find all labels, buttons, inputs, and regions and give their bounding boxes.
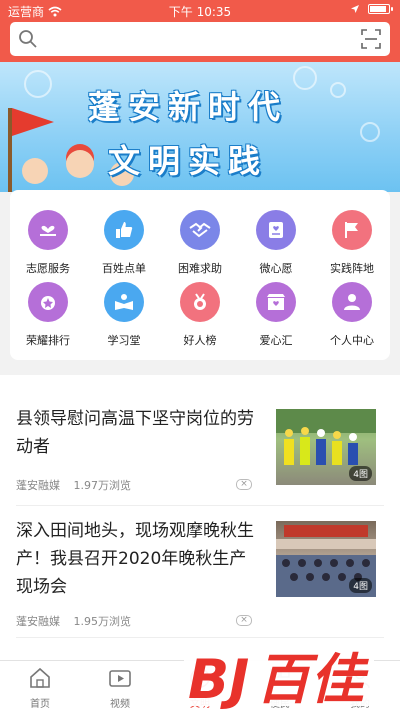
person-icon xyxy=(332,282,372,322)
news-title: 县领导慰问高温下坚守岗位的劳动者 xyxy=(16,409,254,457)
bubble-decoration xyxy=(24,70,52,98)
bubble-decoration xyxy=(360,122,380,142)
ribbon-medal-icon xyxy=(180,282,220,322)
grid-item-label: 实践阵地 xyxy=(330,262,374,275)
service-grid: 志愿服务 百姓点单 困难求助 微心愿 实践阵地 荣耀排行 学习堂 好人榜 爱心汇… xyxy=(10,190,390,360)
child-illustration xyxy=(22,158,48,184)
grid-item-label: 微心愿 xyxy=(259,262,293,275)
grid-item-study-hall[interactable]: 学习堂 xyxy=(86,282,162,354)
grid-item-practice-base[interactable]: 实践阵地 xyxy=(314,210,390,282)
grid-item-honor-ranking[interactable]: 荣耀排行 xyxy=(10,282,86,354)
tab-label: 首页 xyxy=(30,699,50,710)
news-meta: 蓬安融媒 1.95万浏览 xyxy=(16,613,141,629)
news-views: 1.97万浏览 xyxy=(73,479,132,492)
divider xyxy=(16,505,384,506)
news-views: 1.95万浏览 xyxy=(73,615,132,628)
status-right xyxy=(350,4,393,14)
grid-item-volunteer-service[interactable]: 志愿服务 xyxy=(10,210,86,282)
handshake-icon xyxy=(180,210,220,250)
logo-brand-text: 百佳 xyxy=(256,648,369,710)
medal-icon xyxy=(28,282,68,322)
tab-label: 视频 xyxy=(110,699,130,710)
banner[interactable]: 蓬安新时代 文明实践 xyxy=(0,62,400,192)
grid-item-hardship-help[interactable]: 困难求助 xyxy=(162,210,238,282)
logo-mark-text: BJ xyxy=(188,648,249,710)
news-source: 蓬安融媒 xyxy=(16,615,60,628)
bubble-decoration xyxy=(330,82,346,98)
watermark-logo: BJ 百佳 xyxy=(182,638,378,710)
news-item[interactable]: 县领导慰问高温下坚守岗位的劳动者 蓬安融媒 1.97万浏览 × 4图 xyxy=(16,405,384,495)
scan-icon[interactable] xyxy=(361,29,381,49)
news-title: 深入田间地头，现场观摩晚秋生产！我县召开2020年晚秋生产现场会 xyxy=(16,521,254,597)
search-input[interactable] xyxy=(46,28,346,50)
news-item[interactable]: 深入田间地头，现场观摩晚秋生产！我县召开2020年晚秋生产现场会 蓬安融媒 1.… xyxy=(16,517,384,629)
grid-item-label: 志愿服务 xyxy=(26,262,70,275)
search-icon xyxy=(19,30,37,48)
grid-item-label: 百姓点单 xyxy=(102,262,146,275)
video-icon xyxy=(109,670,131,687)
heart-hand-icon xyxy=(28,210,68,250)
image-count-badge: 4图 xyxy=(349,466,372,481)
grid-item-label: 困难求助 xyxy=(178,262,222,275)
flag-icon xyxy=(332,210,372,250)
heart-shop-icon xyxy=(256,282,296,322)
grid-item-good-people[interactable]: 好人榜 xyxy=(162,282,238,354)
grid-item-label: 个人中心 xyxy=(330,334,374,347)
banner-title-line1: 蓬安新时代 xyxy=(88,88,289,126)
grid-item-love-hub[interactable]: 爱心汇 xyxy=(238,282,314,354)
dismiss-icon[interactable]: × xyxy=(236,615,252,626)
child-illustration xyxy=(66,150,94,178)
grid-item-label: 荣耀排行 xyxy=(26,334,70,347)
grid-item-personal-center[interactable]: 个人中心 xyxy=(314,282,390,354)
status-bar: 运营商 下午 10:35 xyxy=(0,0,400,22)
location-arrow-icon xyxy=(351,5,359,13)
grid-item-label: 好人榜 xyxy=(183,334,217,347)
news-thumbnail: 4图 xyxy=(276,521,376,597)
dismiss-icon[interactable]: × xyxy=(236,479,252,490)
bubble-decoration xyxy=(293,66,317,90)
search-bar[interactable] xyxy=(10,22,390,56)
tab-video[interactable]: 视频 xyxy=(80,661,160,710)
red-flag-decoration xyxy=(12,108,54,136)
news-meta: 蓬安融媒 1.97万浏览 xyxy=(16,477,141,493)
bj-logo-mark: BJ 百佳 xyxy=(184,642,374,710)
app-header: 运营商 下午 10:35 xyxy=(0,0,400,62)
image-count-badge: 4图 xyxy=(349,578,372,593)
home-icon xyxy=(30,667,50,688)
grid-item-label: 爱心汇 xyxy=(259,334,293,347)
clock: 下午 10:35 xyxy=(168,5,232,19)
grid-item-label: 学习堂 xyxy=(107,334,141,347)
news-thumbnail: 4图 xyxy=(276,409,376,485)
thumbs-up-icon xyxy=(104,210,144,250)
tab-home[interactable]: 首页 xyxy=(0,661,80,710)
book-reader-icon xyxy=(104,282,144,322)
grid-item-public-order[interactable]: 百姓点单 xyxy=(86,210,162,282)
wish-card-icon xyxy=(256,210,296,250)
news-list: 县领导慰问高温下坚守岗位的劳动者 蓬安融媒 1.97万浏览 × 4图 深入田间地… xyxy=(0,375,400,660)
banner-title-line2: 文明实践 xyxy=(108,142,269,180)
news-source: 蓬安融媒 xyxy=(16,479,60,492)
grid-item-micro-wish[interactable]: 微心愿 xyxy=(238,210,314,282)
battery-icon xyxy=(368,4,393,14)
